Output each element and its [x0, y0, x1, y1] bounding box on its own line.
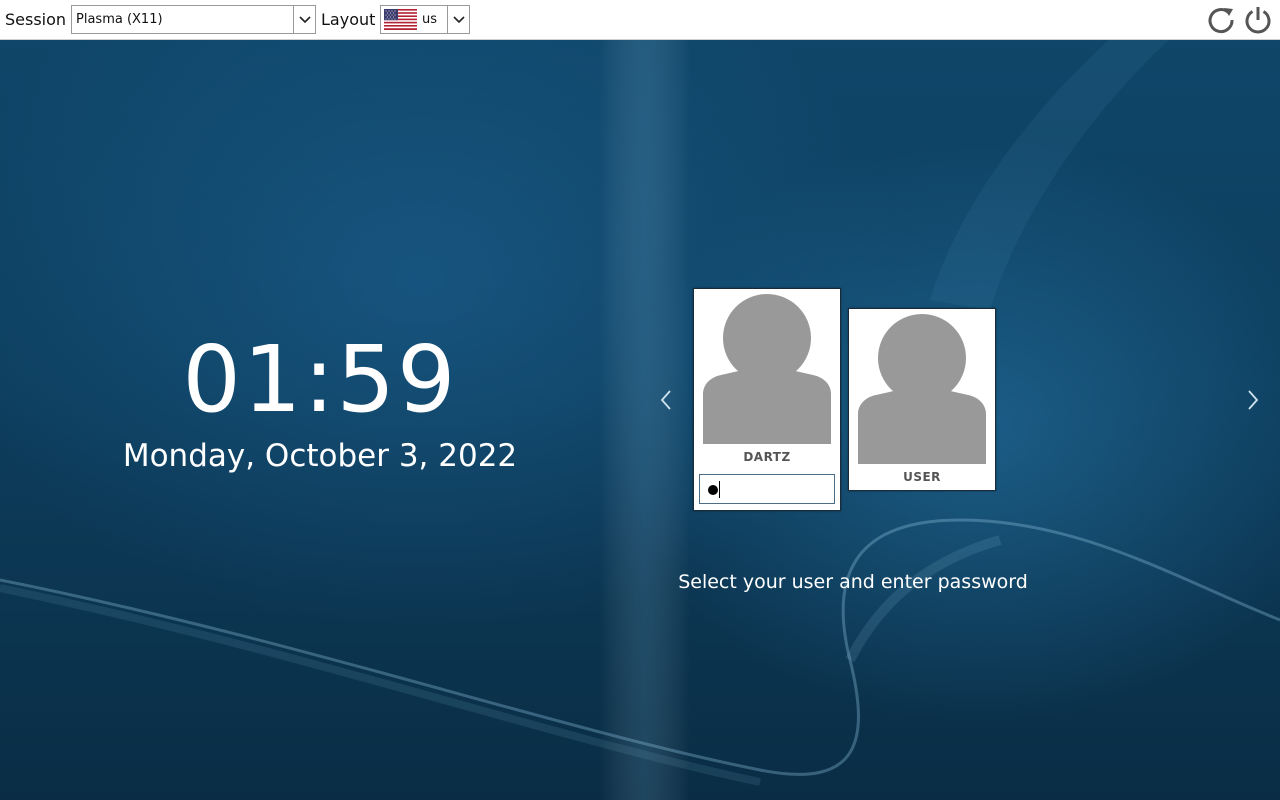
layout-value: us: [422, 12, 438, 27]
chevron-down-icon[interactable]: [293, 6, 315, 33]
user-avatar-icon: [703, 294, 831, 444]
clock-date: Monday, October 3, 2022: [122, 438, 518, 474]
top-bar: Session Plasma (X11) Layout us: [0, 0, 1280, 40]
shutdown-button[interactable]: [1242, 4, 1274, 36]
restart-icon: [1208, 8, 1234, 33]
restart-button[interactable]: [1205, 4, 1237, 36]
session-select[interactable]: Plasma (X11): [71, 5, 316, 34]
user-card-user[interactable]: USER: [848, 308, 996, 491]
user-card-dartz[interactable]: DARTZ: [693, 288, 841, 511]
user-name: USER: [903, 470, 941, 484]
text-caret: [719, 481, 720, 498]
power-icon: [1245, 7, 1271, 34]
user-avatar-icon: [858, 314, 986, 464]
password-mask: [708, 485, 718, 495]
chevron-down-icon[interactable]: [447, 6, 469, 33]
chevron-right-icon: [1248, 390, 1259, 410]
password-input[interactable]: [699, 474, 835, 504]
session-label: Session: [5, 10, 67, 29]
us-flag-icon: [384, 9, 417, 30]
chevron-left-icon: [660, 390, 671, 410]
session-value: Plasma (X11): [76, 12, 163, 27]
clock-time: 01:59: [182, 326, 458, 433]
layout-select[interactable]: us: [380, 5, 470, 34]
layout-label: Layout: [321, 10, 376, 29]
login-hint: Select your user and enter password: [678, 571, 1028, 593]
prev-user-button[interactable]: [654, 385, 678, 415]
next-user-button[interactable]: [1241, 385, 1265, 415]
user-name: DARTZ: [743, 450, 791, 464]
